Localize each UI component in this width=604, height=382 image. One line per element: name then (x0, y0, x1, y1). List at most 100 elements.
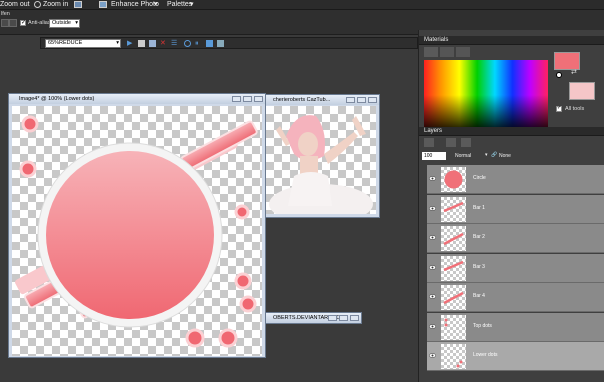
layer-name: Top dots (473, 322, 492, 329)
zoom-in-icon[interactable] (34, 1, 41, 8)
artwork (15, 115, 258, 348)
eye-icon[interactable] (429, 294, 436, 299)
layer-thumbnail (441, 167, 466, 192)
layers-panel-title: Layers (419, 127, 604, 136)
opacity-field[interactable]: 100 (422, 152, 446, 160)
script-edit-icon[interactable] (138, 40, 145, 47)
maximize-button[interactable] (339, 315, 348, 321)
tube-image-window[interactable]: cherieroberts CazTub... (262, 94, 380, 224)
anti-alias-mode-select[interactable]: Outside ▾ (49, 19, 80, 28)
enhance-photo-dropdown-icon[interactable]: ▾ (154, 1, 158, 9)
eye-icon[interactable] (429, 353, 436, 358)
script-name: 65%REDUCE (48, 40, 83, 46)
link-icon[interactable]: 🔗 (491, 152, 497, 160)
run-script-icon[interactable]: ▶ (127, 40, 134, 47)
mode-icon[interactable] (1, 19, 9, 27)
thumbnail-art (443, 201, 464, 212)
minimize-button[interactable] (328, 315, 337, 321)
layer-row[interactable]: Bar 4 (427, 283, 604, 312)
anti-alias-mode-value: Outside (52, 20, 71, 26)
minimize-button[interactable] (232, 96, 241, 102)
menu-bar: Zoom out Zoom in Enhance Photo ▾ Palette… (0, 0, 604, 10)
layer-thumbnail (441, 314, 466, 340)
blend-mode-select[interactable]: Normal (455, 152, 477, 160)
layer-row[interactable]: Bar 3 (427, 253, 604, 283)
chevron-down-icon: ▾ (116, 40, 119, 46)
close-button[interactable] (368, 97, 377, 103)
eye-icon[interactable] (429, 235, 436, 240)
layer-row[interactable]: Bar 1 (427, 194, 604, 224)
zoom-out-menu[interactable]: Zoom out (0, 1, 30, 9)
layer-thumbnail (441, 226, 466, 251)
layer-thumbnail (441, 344, 466, 369)
new-layer-icon[interactable] (424, 138, 434, 147)
color-spectrum[interactable] (424, 60, 548, 130)
palette-tab-icon[interactable] (424, 47, 438, 57)
anti-alias-checkbox[interactable]: ✓ (20, 20, 26, 26)
maximize-button[interactable] (243, 96, 252, 102)
stop-record-icon[interactable] (206, 40, 213, 47)
save-script-icon[interactable] (217, 40, 224, 47)
script-select[interactable]: 65%REDUCE ▾ (45, 39, 121, 48)
right-panels: Materials ⇄ ✓ All tools Layers 100 Norma… (418, 30, 604, 382)
layer-row[interactable]: Lower dots (427, 342, 604, 371)
all-tools-label: All tools (565, 106, 585, 112)
background-swatch[interactable] (569, 82, 595, 100)
eye-icon[interactable] (429, 176, 436, 181)
pause-icon[interactable]: ⏸ (195, 40, 202, 47)
materials-panel-title: Materials (419, 36, 604, 45)
eye-icon[interactable] (429, 264, 436, 270)
layer-row[interactable]: Top dots (427, 312, 604, 342)
tool-label: lfen (1, 11, 10, 17)
layer-options-icon[interactable] (446, 138, 456, 147)
eye-icon[interactable] (429, 323, 436, 329)
thumbnail-art (456, 360, 463, 368)
group-link-select[interactable]: None (499, 152, 517, 160)
delete-layer-icon[interactable] (461, 138, 471, 147)
thumbnail-art (443, 260, 464, 271)
enhance-photo-icon[interactable] (99, 1, 107, 8)
eye-icon[interactable] (429, 205, 436, 211)
swap-colors-icon[interactable]: ⇄ (571, 68, 579, 76)
chevron-down-icon: ▾ (75, 20, 78, 26)
layer-name: Bar 4 (473, 293, 485, 299)
all-tools-checkbox[interactable]: ✓ (556, 105, 562, 112)
texture-icon[interactable] (556, 72, 562, 78)
pink-circle (46, 151, 214, 319)
thumbnail-art (443, 291, 464, 305)
layer-name: Bar 2 (473, 234, 485, 240)
script-toolbar: 65%REDUCE ▾ ▶ ✕ ☰ ⏸ (40, 37, 418, 49)
layer-name: Lower dots (473, 352, 498, 358)
mode-dropdown-icon[interactable] (9, 19, 17, 27)
record-icon[interactable] (184, 40, 191, 47)
close-button[interactable] (254, 96, 263, 102)
thumbnail-art (444, 318, 448, 326)
palettes-dropdown-icon[interactable]: ▾ (190, 1, 194, 9)
script-list-icon[interactable]: ☰ (171, 40, 178, 47)
minimize-button[interactable] (346, 97, 355, 103)
thumbnail-art (444, 170, 463, 189)
image-icon[interactable] (74, 1, 82, 8)
layer-name: Bar 1 (473, 204, 485, 211)
close-button[interactable] (350, 315, 359, 321)
anti-alias-label: Anti-alias (28, 20, 51, 26)
enhance-photo-menu[interactable]: Enhance Photo (111, 1, 159, 9)
image-window[interactable]: Image4* @ 100% (Lower dots) (8, 93, 266, 358)
tube-canvas[interactable] (266, 106, 376, 224)
layer-name: Circle (473, 175, 486, 181)
layer-row[interactable]: Bar 2 (427, 224, 604, 253)
zoom-in-menu[interactable]: Zoom in (43, 1, 68, 9)
maximize-button[interactable] (357, 97, 366, 103)
layer-thumbnail (441, 285, 466, 310)
swatches-tab-icon[interactable] (440, 47, 454, 57)
stop-script-icon[interactable]: ✕ (160, 40, 167, 47)
gradient-tab-icon[interactable] (456, 47, 470, 57)
palettes-menu[interactable]: Palettes (167, 1, 192, 9)
layer-name: Bar 3 (473, 263, 485, 270)
layer-row[interactable]: Circle (427, 165, 604, 194)
layer-thumbnail (441, 255, 466, 281)
image-canvas[interactable] (12, 106, 262, 356)
watermark-window[interactable]: OBERTS.DEVIANTART.COM (262, 312, 362, 324)
script-dialog-icon[interactable] (149, 40, 156, 47)
image-window-title: Image4* @ 100% (Lower dots) (9, 94, 265, 104)
